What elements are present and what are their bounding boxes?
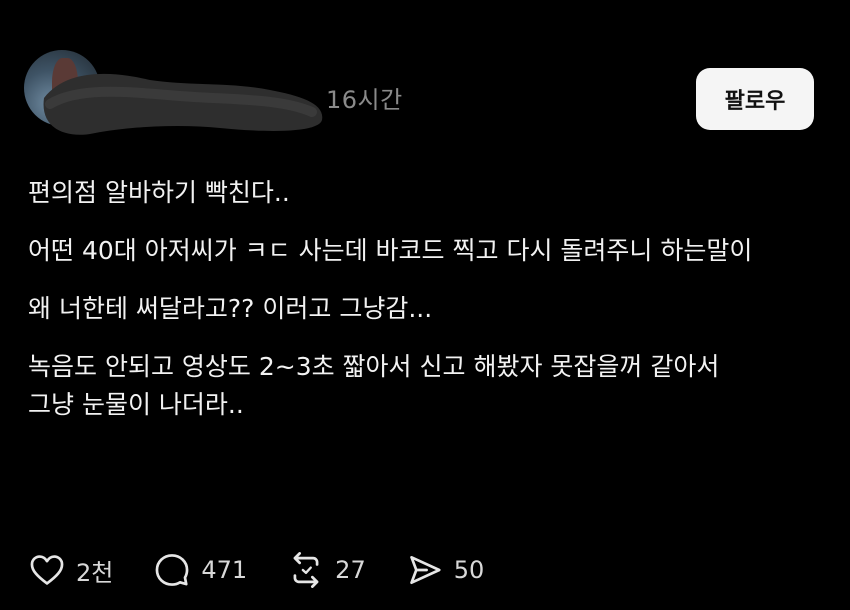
post-paragraph: 왜 너한테 써달라고?? 이러고 그냥감... [28,294,433,323]
share-button[interactable]: 50 [406,551,485,589]
post-header: 16시간 팔로우 [0,0,850,150]
post-paragraph: 녹음도 안되고 영상도 2~3초 짧아서 신고 해봤자 못잡을꺼 같아서 그냥 … [28,352,720,419]
share-count: 50 [453,556,485,584]
repost-count: 27 [335,556,366,584]
post-body: 편의점 알바하기 빡친다.. 어떤 40대 아저씨가 ㅋㄷ 사는데 바코드 찍고… [28,174,818,444]
like-count: 2천 [76,558,114,587]
redaction-scribble [43,73,323,135]
reply-count: 471 [201,556,248,584]
post-paragraph: 어떤 40대 아저씨가 ㅋㄷ 사는데 바코드 찍고 다시 돌려주니 하는말이 [28,236,753,265]
like-button[interactable]: 2천 [28,551,113,589]
follow-button[interactable]: 팔로우 [696,68,814,130]
comment-icon [155,554,189,586]
send-icon [409,555,441,585]
reply-button[interactable]: 471 [153,551,247,589]
repost-button[interactable]: 27 [287,551,366,589]
repost-icon [293,552,319,588]
post-paragraph: 편의점 알바하기 빡친다.. [28,178,290,207]
action-bar: 2천 471 27 50 [28,548,524,592]
heart-icon [30,555,64,585]
post-time: 16시간 [326,86,403,114]
